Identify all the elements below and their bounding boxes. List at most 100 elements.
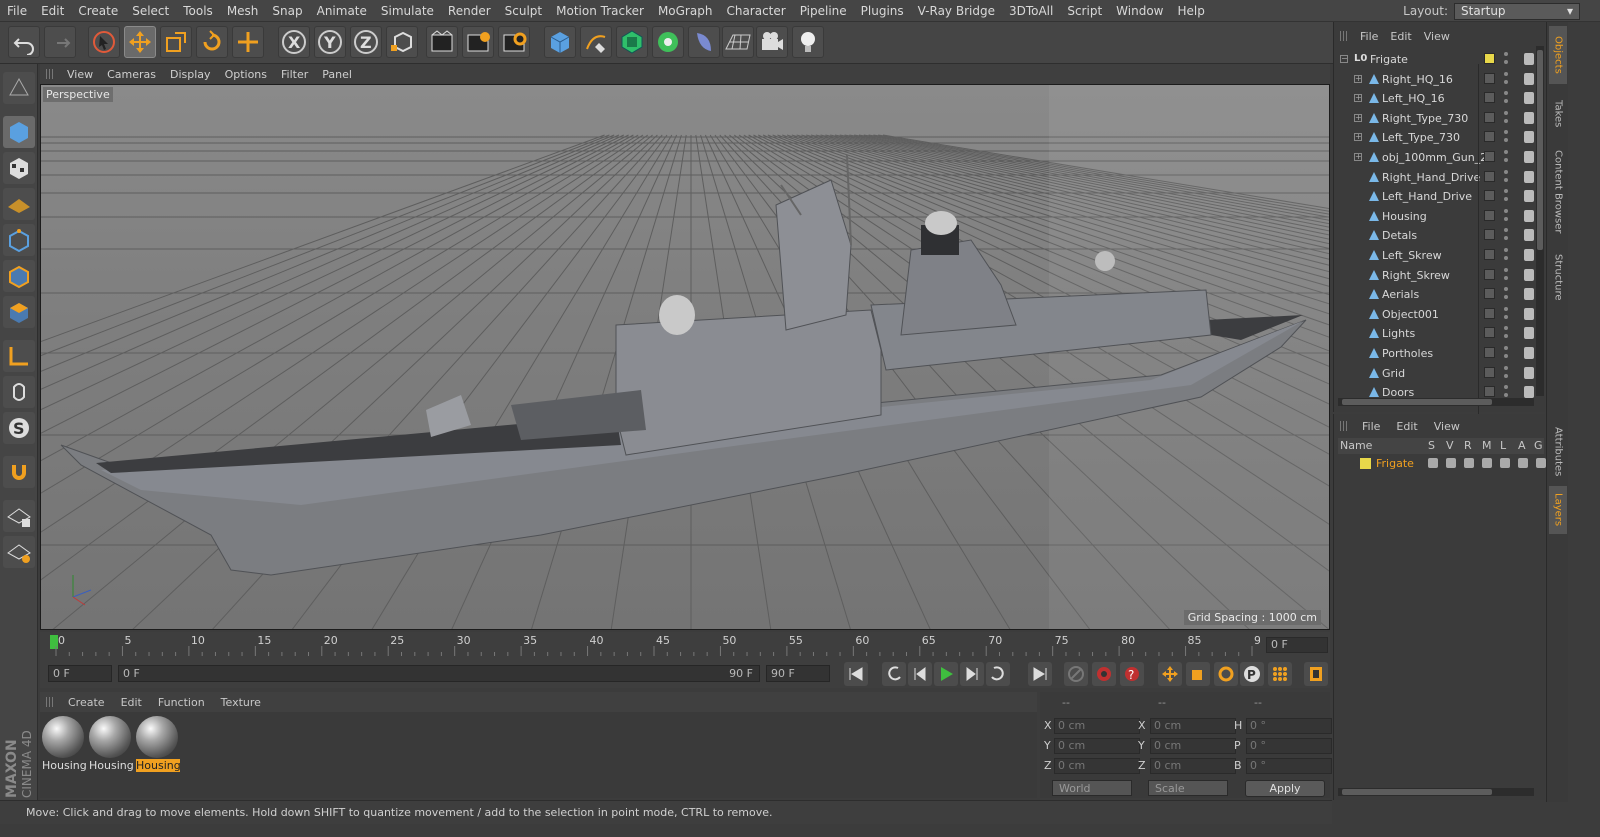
coord-value-field[interactable]: 0 ° xyxy=(1246,718,1332,734)
spline-pen-tool[interactable] xyxy=(580,26,612,58)
editor-visibility-icon[interactable] xyxy=(1504,71,1508,76)
object-item[interactable]: Left_Hand_Drive xyxy=(1334,187,1546,206)
render-visibility-icon[interactable] xyxy=(1504,373,1508,378)
layer-locked-toggle-icon[interactable] xyxy=(1500,458,1510,468)
object-item[interactable]: Right_Hand_Drive xyxy=(1334,168,1546,187)
render-visibility-icon[interactable] xyxy=(1504,236,1508,241)
menu-item-create[interactable]: Create xyxy=(71,4,125,18)
viewport-menu-options[interactable]: Options xyxy=(218,68,274,81)
material-swatch[interactable]: Housing xyxy=(89,716,133,772)
go-to-start-button[interactable] xyxy=(844,662,868,686)
editor-visibility-icon[interactable] xyxy=(1504,189,1508,194)
edges-mode-button[interactable] xyxy=(3,260,35,292)
render-view-tool[interactable] xyxy=(426,26,458,58)
layer-solo-toggle-icon[interactable] xyxy=(1428,458,1438,468)
go-to-end-button[interactable] xyxy=(1028,662,1052,686)
apply-button[interactable]: Apply xyxy=(1245,780,1325,797)
editor-visibility-icon[interactable] xyxy=(1504,150,1508,154)
undo-tool[interactable] xyxy=(8,26,40,58)
object-item[interactable]: Left_Skrew xyxy=(1334,246,1546,265)
tag-icon[interactable] xyxy=(1524,151,1534,163)
object-menu-file[interactable]: File xyxy=(1354,30,1384,43)
timeline-ruler[interactable]: 0 5 10 15 20 25 30 35 40 45 50 55 60 65 70 75 80 85 90 0 F xyxy=(40,632,1330,660)
edit-toggle-icon[interactable] xyxy=(1484,347,1495,358)
keyframe-selection-button[interactable]: ? xyxy=(1120,662,1144,686)
tag-icon[interactable] xyxy=(1524,209,1534,222)
menu-item-pipeline[interactable]: Pipeline xyxy=(793,4,854,18)
layer-visible-render-toggle-icon[interactable] xyxy=(1464,458,1474,468)
menu-item-file[interactable]: File xyxy=(0,4,34,18)
play-forward-button[interactable] xyxy=(934,662,958,686)
polygons-mode-button[interactable] xyxy=(3,296,35,328)
object-item[interactable]: Aerials xyxy=(1334,285,1546,304)
menu-item-3dtoall[interactable]: 3DToAll xyxy=(1002,4,1060,18)
coord-value-field[interactable]: 0 cm xyxy=(1150,738,1236,754)
y-axis-tool[interactable]: Y xyxy=(314,26,346,58)
rotate-tool[interactable] xyxy=(196,26,228,58)
next-frame-button[interactable] xyxy=(960,662,984,686)
collapse-icon[interactable]: − xyxy=(1340,55,1348,63)
editor-visibility-icon[interactable] xyxy=(1504,326,1508,331)
menu-item-simulate[interactable]: Simulate xyxy=(374,4,441,18)
coord-value-field[interactable]: 0 cm xyxy=(1054,738,1140,754)
coordinate-system-tool[interactable] xyxy=(386,26,418,58)
timeline-window-button[interactable] xyxy=(1304,662,1328,686)
layer-color-tag[interactable] xyxy=(1484,53,1495,64)
editor-visibility-icon[interactable] xyxy=(1504,306,1508,311)
menu-item-motion-tracker[interactable]: Motion Tracker xyxy=(549,4,651,18)
tag-icon[interactable] xyxy=(1524,111,1534,124)
coord-mode-dropdown[interactable]: Scale xyxy=(1148,780,1228,796)
tab-objects[interactable]: Objects xyxy=(1549,26,1567,84)
key-rotation-button[interactable] xyxy=(1214,662,1238,686)
tag-icon[interactable] xyxy=(1524,386,1534,399)
tag-icon[interactable] xyxy=(1524,131,1534,144)
key-scale-button[interactable] xyxy=(1186,662,1210,686)
viewport-perspective[interactable]: Perspective Grid Spacing : 1000 cm xyxy=(40,84,1330,630)
edit-toggle-icon[interactable] xyxy=(1484,386,1495,398)
start-frame-field[interactable]: 0 F xyxy=(48,665,112,682)
edit-toggle-icon[interactable] xyxy=(1484,209,1495,221)
coord-value-field[interactable]: 0 cm xyxy=(1150,758,1236,774)
tag-icon[interactable] xyxy=(1524,268,1534,281)
editor-visibility-icon[interactable] xyxy=(1504,169,1508,174)
tag-icon[interactable] xyxy=(1524,229,1534,242)
tag-icon[interactable] xyxy=(1524,53,1534,65)
render-visibility-icon[interactable] xyxy=(1504,79,1508,84)
layer-menu-file[interactable]: File xyxy=(1354,420,1388,433)
subdivision-tool[interactable] xyxy=(616,26,648,58)
move-tool[interactable] xyxy=(124,26,156,58)
menu-item-v-ray-bridge[interactable]: V-Ray Bridge xyxy=(911,4,1002,18)
object-scrollbar[interactable] xyxy=(1536,46,1544,396)
object-item[interactable]: Detals xyxy=(1334,226,1546,245)
coord-value-field[interactable]: 0 cm xyxy=(1150,718,1236,734)
render-visibility-icon[interactable] xyxy=(1504,314,1508,319)
model-mode-button[interactable] xyxy=(3,116,35,148)
viewport-menu-filter[interactable]: Filter xyxy=(274,68,315,81)
expand-icon[interactable]: + xyxy=(1354,94,1362,103)
object-item[interactable]: Lights xyxy=(1334,324,1546,343)
render-visibility-icon[interactable] xyxy=(1504,256,1508,260)
live-selection-tool[interactable] xyxy=(88,26,120,58)
redo-tool[interactable] xyxy=(44,26,76,58)
make-editable-button[interactable] xyxy=(3,72,35,104)
object-item[interactable]: Housing xyxy=(1334,207,1546,226)
grip-icon[interactable] xyxy=(1340,421,1348,431)
render-visibility-icon[interactable] xyxy=(1504,334,1508,339)
object-item[interactable]: + Left_HQ_16 xyxy=(1334,89,1546,108)
material-swatch[interactable]: Housing xyxy=(136,716,180,772)
edit-toggle-icon[interactable] xyxy=(1484,92,1495,104)
tag-icon[interactable] xyxy=(1524,347,1534,359)
object-menu-view[interactable]: View xyxy=(1418,30,1456,43)
points-mode-button[interactable] xyxy=(3,224,35,256)
editor-visibility-icon[interactable] xyxy=(1504,248,1508,252)
tab-takes[interactable]: Takes xyxy=(1549,90,1567,138)
material-menu-edit[interactable]: Edit xyxy=(113,696,150,709)
editor-visibility-icon[interactable] xyxy=(1504,267,1508,272)
editor-visibility-icon[interactable] xyxy=(1504,346,1508,350)
edit-toggle-icon[interactable] xyxy=(1484,229,1495,241)
layer-generators-toggle-icon[interactable] xyxy=(1536,458,1546,468)
magnet-button[interactable] xyxy=(3,456,35,488)
editor-visibility-icon[interactable] xyxy=(1504,130,1508,135)
menu-item-mesh[interactable]: Mesh xyxy=(220,4,266,18)
menu-item-select[interactable]: Select xyxy=(125,4,176,18)
